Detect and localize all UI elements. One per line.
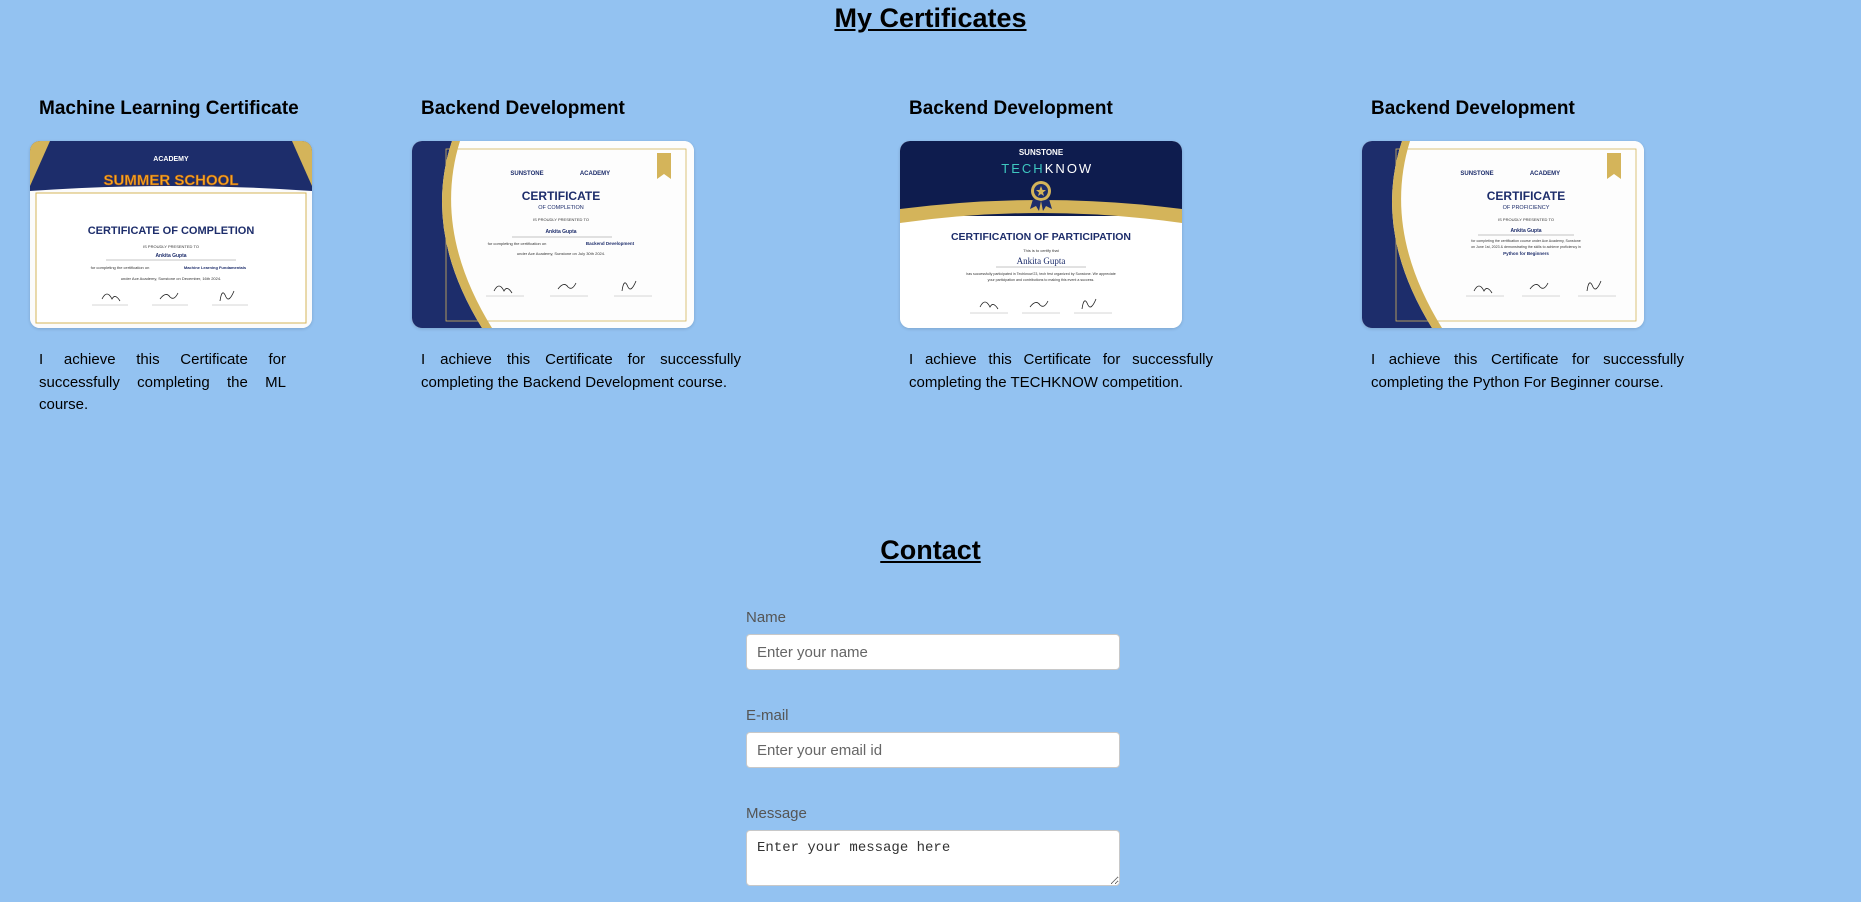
message-textarea[interactable]: [746, 830, 1120, 886]
certificates-heading: My Certificates: [834, 3, 1027, 33]
certificate-card-description: I achieve this Certificate for successfu…: [909, 351, 1213, 391]
contact-heading: Contact: [880, 535, 981, 565]
certificate-image-backend[interactable]: SUNSTONE ACADEMY CERTIFICATE OF COMPLETI…: [412, 141, 694, 328]
cert1-footer: under Ace Academy, Sunstone on December,…: [121, 276, 221, 281]
cert3-presented: This is to certify that: [1023, 248, 1059, 253]
cert2-presented: IS PROUDLY PRESENTED TO: [533, 217, 589, 222]
cert4-heading: CERTIFICATE: [1487, 189, 1565, 203]
email-input[interactable]: [746, 732, 1120, 768]
cert3-line: has successfully participated in Techkno…: [966, 272, 1116, 276]
certificate-image-ml[interactable]: ACADEMY SUMMER SCHOOL CERTIFICATE OF COM…: [30, 141, 312, 328]
cert2-course: Backend Development: [586, 241, 635, 246]
cert3-line2: your participation and contributions to …: [988, 278, 1095, 282]
cert1-line: for completing the certification on: [91, 265, 150, 270]
cert2-line: for completing the certification on: [488, 241, 547, 246]
cert4-brand-right: ACADEMY: [1530, 171, 1560, 177]
cert1-brand: ACADEMY: [153, 156, 189, 163]
message-label: Message: [746, 805, 807, 822]
cert2-footer: under Ace Academy, Sunstone on July 30th…: [517, 251, 605, 256]
cert2-brand-left: SUNSTONE: [510, 171, 543, 177]
cert2-name: Ankita Gupta: [545, 229, 576, 235]
cert4-line: for completing the certification course …: [1471, 239, 1580, 243]
cert3-brand: SUNSTONE: [1019, 148, 1064, 157]
cert3-event-a: TECH: [1001, 161, 1044, 176]
certificate-card-title: Backend Development: [421, 98, 625, 119]
cert2-subheading: OF COMPLETION: [538, 205, 584, 211]
cert3-heading: CERTIFICATION OF PARTICIPATION: [951, 231, 1131, 243]
cert4-brand-left: SUNSTONE: [1460, 171, 1493, 177]
cert1-heading: CERTIFICATE OF COMPLETION: [88, 225, 255, 237]
email-label: E-mail: [746, 707, 789, 724]
cert1-course: Machine Learning Fundamentals: [184, 265, 247, 270]
cert3-event-b: KNOW: [1045, 161, 1093, 176]
cert4-presented: IS PROUDLY PRESENTED TO: [1498, 217, 1554, 222]
certificate-card-description: I achieve this Certificate for successfu…: [39, 351, 286, 413]
certificate-image-python[interactable]: SUNSTONE ACADEMY CERTIFICATE OF PROFICIE…: [1362, 141, 1644, 328]
certificate-card-description: I achieve this Certificate for successfu…: [1371, 351, 1684, 391]
cert1-name: Ankita Gupta: [155, 253, 186, 259]
cert4-course: Python for Beginners: [1503, 251, 1549, 256]
certificate-card-title: Backend Development: [1371, 98, 1575, 119]
cert1-presented: IS PROUDLY PRESENTED TO: [143, 244, 199, 249]
cert4-subheading: OF PROFICIENCY: [1503, 205, 1550, 211]
certificate-card-description: I achieve this Certificate for successfu…: [421, 351, 741, 391]
certificate-image-techknow[interactable]: SUNSTONE TECH KNOW CERTIFICATION OF PART…: [900, 141, 1182, 328]
cert4-line2: on June 1st, 2023 & demonstrating the sk…: [1471, 245, 1581, 249]
cert3-name: Ankita Gupta: [1017, 256, 1066, 266]
name-input[interactable]: [746, 634, 1120, 670]
cert1-banner: SUMMER SCHOOL: [104, 172, 239, 189]
cert4-name: Ankita Gupta: [1510, 228, 1541, 234]
certificate-card-title: Machine Learning Certificate: [39, 98, 299, 119]
cert2-brand-right: ACADEMY: [580, 171, 610, 177]
cert2-heading: CERTIFICATE: [522, 189, 600, 203]
name-label: Name: [746, 609, 787, 626]
certificate-card-title: Backend Development: [909, 98, 1113, 119]
